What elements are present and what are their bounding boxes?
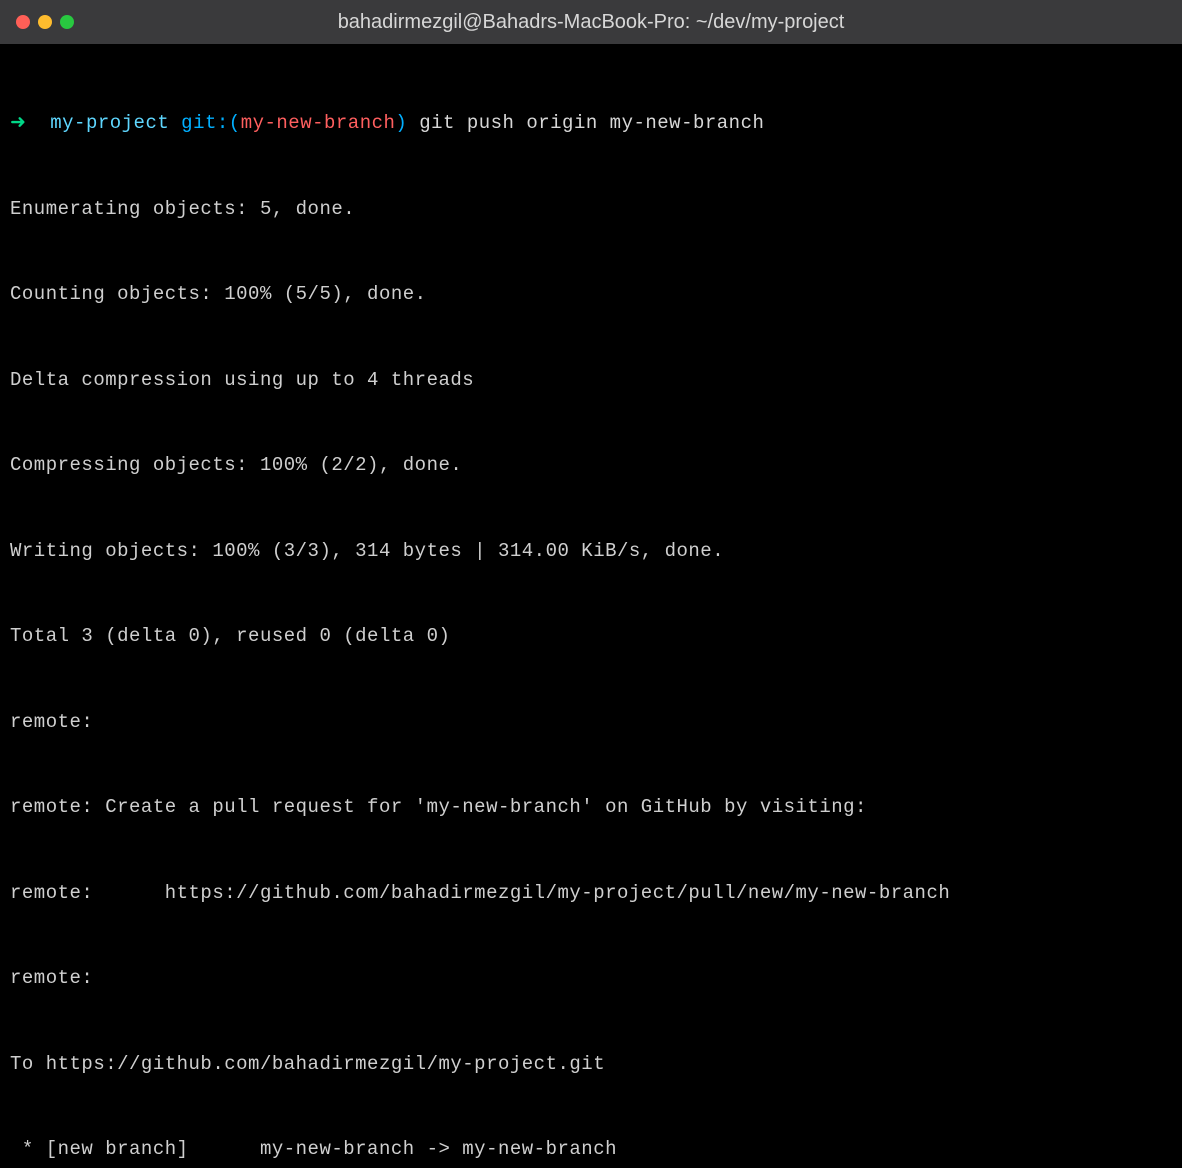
window-title: bahadirmezgil@Bahadrs-MacBook-Pro: ~/dev…	[338, 7, 845, 37]
output-line: Enumerating objects: 5, done.	[10, 195, 1172, 224]
prompt-dir: my-project	[50, 112, 169, 134]
terminal-area[interactable]: ➜ my-project git:(my-new-branch) git pus…	[0, 44, 1182, 1168]
prompt-line-1: ➜ my-project git:(my-new-branch) git pus…	[10, 109, 1172, 138]
output-line: Writing objects: 100% (3/3), 314 bytes |…	[10, 537, 1172, 566]
output-line: Counting objects: 100% (5/5), done.	[10, 280, 1172, 309]
output-line: Delta compression using up to 4 threads	[10, 366, 1172, 395]
window-controls	[16, 15, 74, 29]
maximize-button[interactable]	[60, 15, 74, 29]
git-label: git:	[181, 112, 229, 134]
command-text: git push origin my-new-branch	[419, 112, 764, 134]
output-line: remote: https://github.com/bahadirmezgil…	[10, 879, 1172, 908]
output-line: Compressing objects: 100% (2/2), done.	[10, 451, 1172, 480]
output-line: To https://github.com/bahadirmezgil/my-p…	[10, 1050, 1172, 1079]
output-line: remote: Create a pull request for 'my-ne…	[10, 793, 1172, 822]
minimize-button[interactable]	[38, 15, 52, 29]
git-branch: my-new-branch	[241, 112, 396, 134]
output-line: * [new branch] my-new-branch -> my-new-b…	[10, 1135, 1172, 1164]
close-button[interactable]	[16, 15, 30, 29]
prompt-arrow-icon: ➜	[10, 112, 26, 134]
output-line: Total 3 (delta 0), reused 0 (delta 0)	[10, 622, 1172, 651]
window-titlebar: bahadirmezgil@Bahadrs-MacBook-Pro: ~/dev…	[0, 0, 1182, 44]
output-line: remote:	[10, 964, 1172, 993]
output-line: remote:	[10, 708, 1172, 737]
paren-open: (	[229, 112, 241, 134]
paren-close: )	[395, 112, 407, 134]
